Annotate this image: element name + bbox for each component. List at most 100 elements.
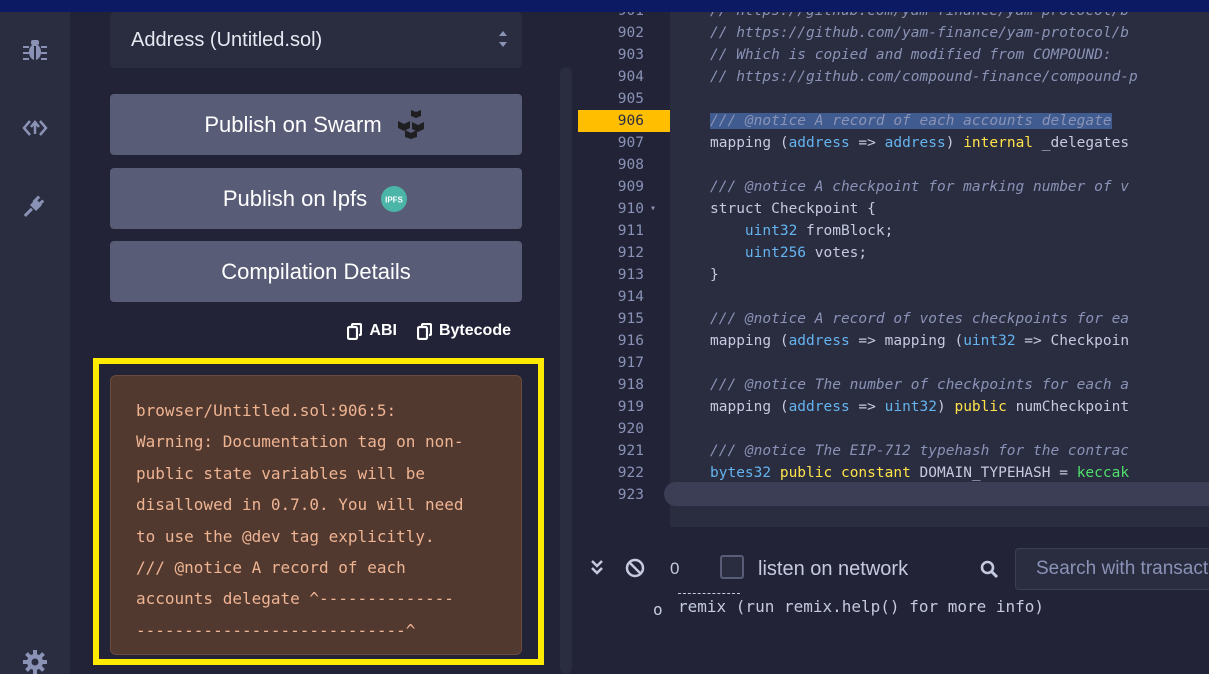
code-line[interactable]: 902 // https://github.com/yam-finance/yam… [578, 22, 1209, 44]
code-text: /// @notice A checkpoint for marking num… [710, 179, 1130, 195]
code-text: bytes32 public constant DOMAIN_TYPEHASH … [710, 465, 1130, 481]
copy-icon [347, 322, 363, 340]
code-line[interactable]: 913} [578, 264, 1209, 286]
compilation-details-label: Compilation Details [221, 258, 411, 284]
code-line[interactable]: 914 [578, 286, 1209, 308]
publish-ipfs-button[interactable]: Publish on Ipfs IPFS [110, 168, 522, 229]
line-number: 910 [617, 201, 644, 217]
line-number: 916 [617, 333, 644, 349]
line-number: 905 [617, 91, 644, 107]
code-text: mapping (address => address) internal _d… [710, 135, 1130, 151]
panel-scrollbar[interactable] [560, 67, 572, 674]
code-text: uint256 votes; [744, 245, 868, 261]
plugin-icon[interactable] [17, 188, 53, 224]
line-number: 901 [578, 12, 644, 22]
code-line[interactable]: 911 uint32 fromBlock; [578, 220, 1209, 242]
highlight-annotation [93, 358, 544, 665]
code-line[interactable]: 916 mapping (address => mapping (uint32 =… [578, 330, 1209, 352]
line-number: 903 [617, 47, 644, 63]
contract-select-value: Address (Untitled.sol) [131, 28, 323, 51]
code-text: mapping (address => mapping (uint32 => C… [710, 333, 1130, 349]
output-bullet: o [653, 600, 663, 619]
line-number: 904 [617, 69, 644, 85]
ipfs-badge-text: IPFS [385, 195, 403, 204]
code-text: // https://github.com/compound-finance/c… [710, 69, 1138, 85]
line-number: 917 [617, 355, 644, 371]
copy-abi-button[interactable]: ABI [347, 322, 397, 340]
fold-arrow-icon[interactable]: ▾ [650, 198, 656, 220]
code-text: mapping (address => uint32) public numCh… [710, 399, 1130, 415]
code-text: /// @notice A record of votes checkpoint… [710, 311, 1130, 327]
code-line[interactable]: 910 ▾ struct Checkpoint { [578, 198, 1209, 220]
code-text: // Which is copied and modified from COM… [710, 47, 1112, 63]
terminal-search-input[interactable]: Search with transaction hash or address [1015, 548, 1209, 590]
icon-rail [0, 12, 70, 674]
line-number: 906 [578, 110, 670, 132]
udapp-icon[interactable] [17, 110, 53, 146]
code-line[interactable]: 922 bytes32 public constant DOMAIN_TYPEHA… [578, 462, 1209, 484]
pending-tx-count: 0 [670, 559, 680, 578]
output-message: remix (run remix.help() for more info) [678, 597, 1045, 616]
line-number: 918 [617, 377, 644, 393]
line-number: 902 [617, 25, 644, 41]
code-line[interactable]: 918 /// @notice The number of checkpoints… [578, 374, 1209, 396]
publish-ipfs-label: Publish on Ipfs [222, 185, 368, 211]
copy-row: ABI Bytecode [347, 322, 511, 340]
code-text: /// @notice The EIP-712 typehash for the… [710, 443, 1130, 459]
line-number: 912 [617, 245, 644, 261]
output-divider [678, 593, 740, 594]
double-chevron-down-icon[interactable] [590, 559, 604, 575]
code-line[interactable]: 920 [578, 418, 1209, 440]
code-line[interactable]: 919 mapping (address => uint32) public nu… [578, 396, 1209, 418]
code-line[interactable]: 901 // https://github.com/yam-finance/yam… [578, 12, 1209, 22]
line-number: 914 [617, 289, 644, 305]
terminal-toolbar: 0 listen on network Search with transact… [578, 537, 1209, 597]
listen-network-label: listen on network [758, 558, 909, 580]
code-line[interactable]: 912 uint256 votes; [578, 242, 1209, 264]
code-line[interactable]: 905 [578, 88, 1209, 110]
line-number: 922 [617, 465, 644, 481]
copy-bytecode-label: Bytecode [438, 322, 511, 339]
line-number: 920 [617, 421, 644, 437]
contract-select[interactable]: Address (Untitled.sol) [110, 12, 522, 68]
code-line[interactable]: 908 [578, 154, 1209, 176]
publish-swarm-label: Publish on Swarm [204, 111, 382, 137]
select-arrows-icon [499, 31, 507, 47]
line-number: 909 [617, 179, 644, 195]
line-number: 907 [617, 135, 644, 151]
settings-icon[interactable] [17, 644, 53, 674]
code-text: // https://github.com/yam-finance/yam-pr… [710, 12, 1129, 22]
copy-bytecode-button[interactable]: Bytecode [416, 322, 511, 340]
code-line[interactable]: 909 /// @notice A checkpoint for marking … [578, 176, 1209, 198]
code-line[interactable]: 917 [578, 352, 1209, 374]
clear-console-icon[interactable] [625, 558, 645, 578]
line-number: 911 [617, 223, 644, 239]
code-text: struct Checkpoint { [710, 201, 876, 217]
compiler-panel: Address (Untitled.sol) Publish on Swarm … [70, 12, 572, 674]
search-icon [980, 560, 999, 579]
code-text: } [710, 267, 719, 283]
code-line[interactable]: 923 [578, 484, 1209, 506]
code-text: /// @notice The number of checkpoints fo… [710, 377, 1130, 393]
line-number: 921 [617, 443, 644, 459]
debug-icon[interactable] [17, 32, 53, 68]
code-line[interactable]: 907 mapping (address => address) internal… [578, 132, 1209, 154]
remix-ide-window: Address (Untitled.sol) Publish on Swarm … [0, 12, 1209, 674]
copy-icon [416, 322, 432, 340]
ipfs-icon: IPFS [381, 185, 408, 212]
copy-abi-label: ABI [369, 322, 397, 339]
line-number: 915 [617, 311, 644, 327]
code-text: // https://github.com/yam-finance/yam-pr… [710, 25, 1130, 41]
code-line[interactable]: 904 // https://github.com/compound-financ… [578, 66, 1209, 88]
swarm-icon [397, 109, 424, 139]
compilation-details-button[interactable]: Compilation Details [110, 241, 522, 302]
code-line[interactable]: 915 /// @notice A record of votes checkpo… [578, 308, 1209, 330]
code-line[interactable]: 906 /// @notice A record of each accounts… [578, 110, 1209, 132]
code-line[interactable]: 903 // Which is copied and modified from … [578, 44, 1209, 66]
code-line[interactable]: 921 /// @notice The EIP-712 typehash for … [578, 440, 1209, 462]
publish-swarm-button[interactable]: Publish on Swarm [110, 94, 522, 155]
code-editor[interactable]: 901 // https://github.com/yam-finance/yam… [578, 12, 1209, 527]
code-text: /// @notice A record of each accounts de… [710, 113, 1112, 129]
listen-network-checkbox[interactable] [720, 555, 744, 579]
line-number: 919 [617, 399, 644, 415]
